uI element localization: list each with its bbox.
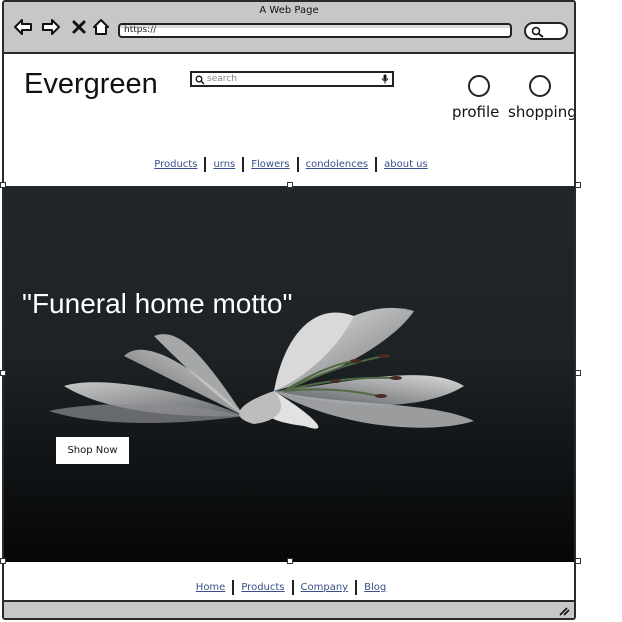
forward-icon[interactable] (40, 16, 62, 38)
microphone-icon[interactable] (381, 74, 389, 84)
nav-separator (242, 157, 245, 172)
selection-handle[interactable] (0, 558, 6, 564)
footer-link-products[interactable]: Products (241, 582, 284, 593)
browser-toolbar: A Web Page https:// (4, 2, 574, 54)
resize-grip-icon[interactable] (558, 606, 570, 616)
nav-link-condolences[interactable]: condolences (306, 159, 369, 170)
search-input[interactable] (207, 73, 367, 85)
nav-separator (355, 580, 358, 595)
lily-image (49, 307, 474, 429)
hero-banner: "Funeral home motto" Shop Now (4, 186, 574, 562)
nav-separator (375, 157, 378, 172)
top-nav: Products urns Flowers condolences about … (4, 157, 574, 172)
selection-handle[interactable] (0, 182, 6, 188)
hero-motto: "Funeral home motto" (22, 288, 293, 319)
site-search[interactable] (190, 71, 394, 87)
nav-separator (204, 157, 207, 172)
selection-handle[interactable] (0, 370, 6, 376)
nav-link-about-us[interactable]: about us (384, 159, 428, 170)
nav-separator (291, 580, 294, 595)
search-icon (531, 26, 544, 38)
browser-window: A Web Page https:// Evergreen profile sh… (2, 0, 576, 620)
nav-separator (296, 157, 299, 172)
footer-link-company[interactable]: Company (301, 582, 349, 593)
shop-now-button[interactable]: Shop Now (56, 437, 129, 464)
selection-handle[interactable] (287, 558, 293, 564)
back-icon[interactable] (12, 16, 34, 38)
home-icon[interactable] (90, 16, 112, 38)
window-title: A Web Page (259, 5, 319, 16)
url-bar[interactable]: https:// (118, 23, 512, 38)
close-icon[interactable] (68, 16, 90, 38)
selection-handle[interactable] (287, 182, 293, 188)
brand-logo[interactable]: Evergreen (24, 68, 158, 101)
selection-handle[interactable] (575, 558, 581, 564)
browser-search[interactable] (524, 22, 568, 40)
nav-separator (232, 580, 235, 595)
footer-link-blog[interactable]: Blog (364, 582, 386, 593)
footer-nav: Home Products Company Blog (4, 580, 574, 595)
footer-link-home[interactable]: Home (196, 582, 226, 593)
status-bar (4, 600, 574, 618)
shopping-bag-icon[interactable] (529, 75, 551, 97)
search-icon (195, 75, 205, 85)
selection-handle[interactable] (575, 370, 581, 376)
selection-handle[interactable] (575, 182, 581, 188)
shopping-bag-label: shopping bag (508, 103, 576, 121)
profile-icon[interactable] (468, 75, 490, 97)
nav-link-urns[interactable]: urns (213, 159, 235, 170)
nav-link-products[interactable]: Products (154, 159, 197, 170)
profile-label: profile (452, 103, 500, 121)
nav-link-flowers[interactable]: Flowers (251, 159, 289, 170)
